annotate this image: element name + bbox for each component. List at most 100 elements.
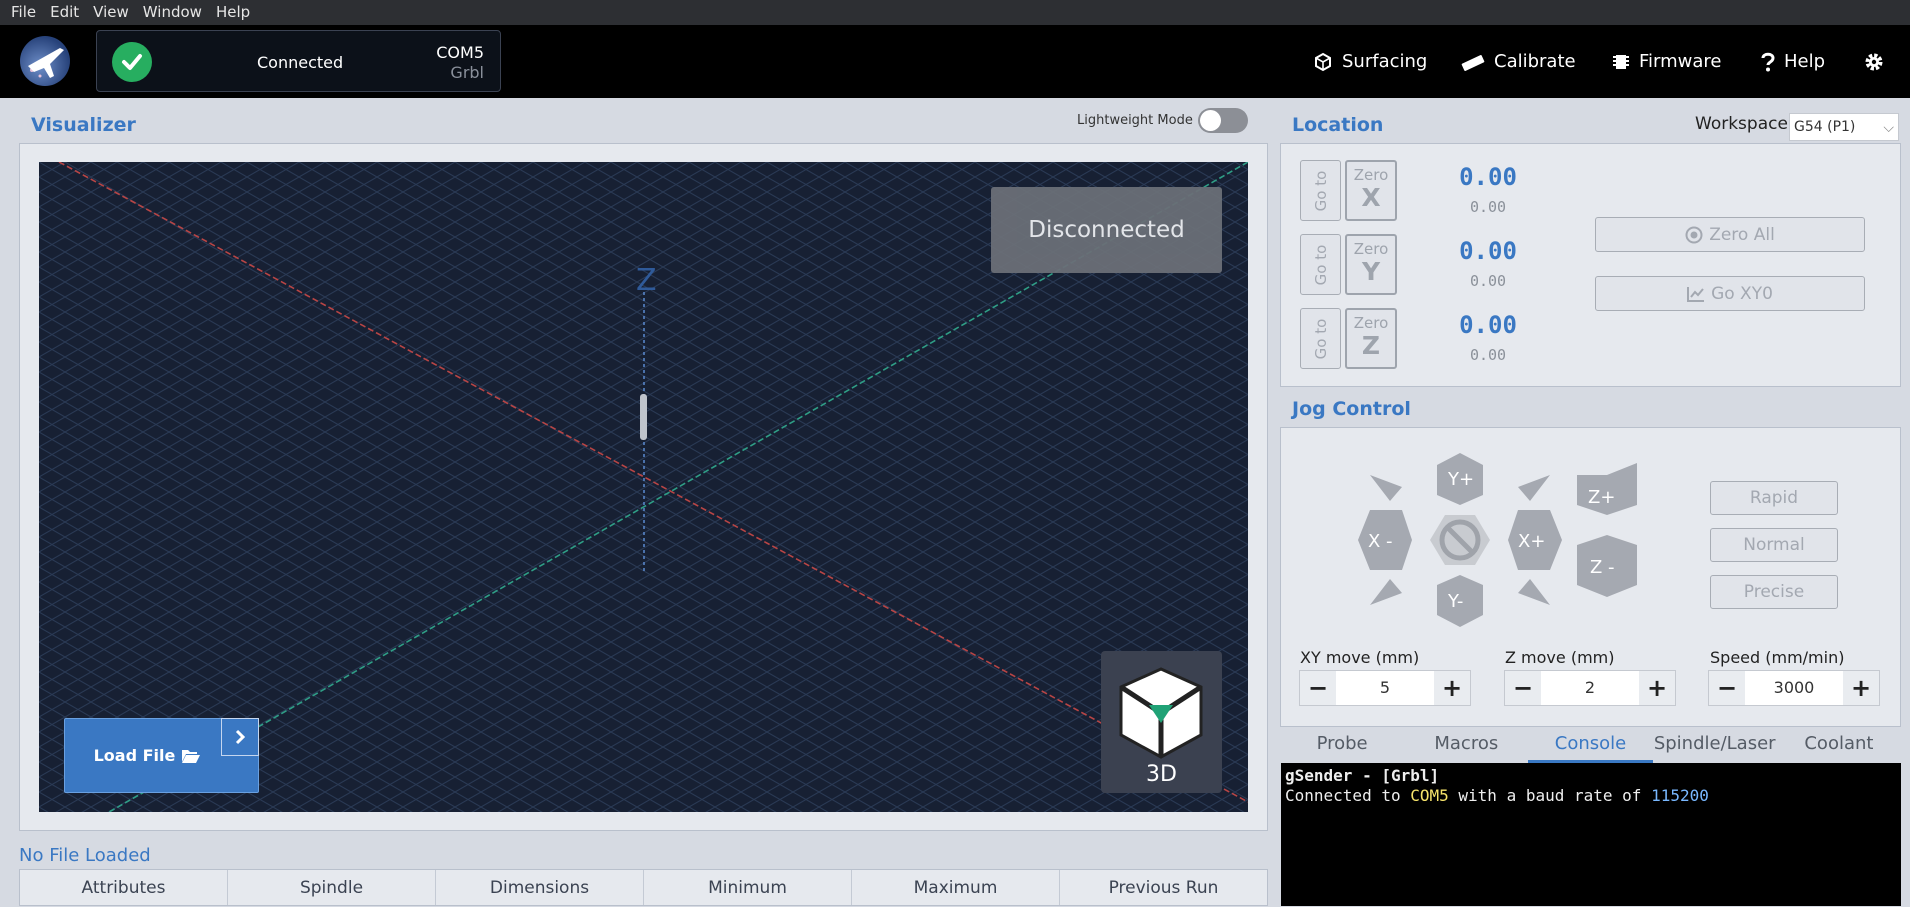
speed-decrement[interactable]: −	[1709, 671, 1745, 705]
gear-icon	[1865, 53, 1883, 70]
console-baud: 115200	[1651, 786, 1709, 805]
jog-pad: Y+ Y- X - X+ Z+ Z -	[1358, 453, 1637, 627]
menu-file[interactable]: File	[4, 0, 43, 25]
zero-x-button[interactable]: Zero X	[1345, 160, 1397, 221]
console-line: Connected to COM5 with a baud rate of 11…	[1285, 786, 1897, 806]
connection-status: Connected	[257, 53, 344, 72]
file-status: No File Loaded	[19, 845, 151, 866]
connection-widget[interactable]: Connected COM5 Grbl	[96, 30, 501, 92]
tab-previous-run[interactable]: Previous Run	[1060, 870, 1267, 905]
tab-attributes[interactable]: Attributes	[20, 870, 228, 905]
lightweight-mode-toggle[interactable]	[1198, 108, 1248, 133]
goto-y-label: Go to	[1311, 244, 1330, 285]
zero-y-axis: Y	[1361, 257, 1381, 286]
target-icon	[1685, 226, 1703, 243]
question-icon	[1761, 52, 1775, 71]
z-move-stepper: − 2 +	[1504, 670, 1676, 706]
jog-x-minus-button[interactable]: X -	[1358, 510, 1412, 570]
view-mode-label: 3D	[1146, 762, 1177, 787]
zero-y-label: Zero	[1353, 240, 1389, 258]
xy-move-input[interactable]: 5	[1336, 671, 1434, 705]
nav-surfacing[interactable]: Surfacing	[1313, 50, 1427, 73]
jog-y-plus-label: Y+	[1447, 469, 1474, 490]
z-move-input[interactable]: 2	[1541, 671, 1639, 705]
chevron-down-icon: ⌵	[1883, 120, 1894, 136]
menu-help[interactable]: Help	[209, 0, 257, 25]
settings-button[interactable]	[1864, 50, 1884, 73]
z-move-decrement[interactable]: −	[1505, 671, 1541, 705]
speed-rapid-button[interactable]: Rapid	[1710, 481, 1838, 515]
go-xy0-label: Go XY0	[1711, 283, 1773, 304]
tab-spindle[interactable]: Spindle	[228, 870, 436, 905]
speed-precise-button[interactable]: Precise	[1710, 575, 1838, 609]
speed-increment[interactable]: +	[1843, 671, 1879, 705]
nav-firmware[interactable]: Firmware	[1612, 50, 1722, 73]
jog-z-plus-button[interactable]: Z+	[1577, 463, 1637, 515]
console-port: COM5	[1410, 786, 1449, 805]
jog-z-minus-button[interactable]: Z -	[1577, 535, 1637, 597]
jog-control-title: Jog Control	[1292, 398, 1411, 420]
tab-minimum[interactable]: Minimum	[644, 870, 852, 905]
zero-all-button[interactable]: Zero All	[1595, 217, 1865, 252]
console-text: Connected to	[1285, 786, 1411, 805]
goto-z-button[interactable]: Go to	[1300, 308, 1341, 369]
visualizer-title: Visualizer	[31, 114, 136, 136]
tab-coolant[interactable]: Coolant	[1777, 729, 1901, 763]
chevron-right-icon	[235, 729, 246, 745]
jog-x-plus-button[interactable]: X+	[1508, 510, 1562, 570]
console-output[interactable]: gSender - [Grbl] Connected to COM5 with …	[1281, 763, 1901, 906]
y-machine-position: 0.00	[1469, 272, 1507, 290]
jog-y-minus-button[interactable]: Y-	[1437, 575, 1483, 627]
nav-help[interactable]: Help	[1761, 50, 1825, 73]
goto-z-label: Go to	[1311, 318, 1330, 359]
jog-x-plus-label: X+	[1518, 531, 1545, 552]
speed-stepper: − 3000 +	[1708, 670, 1880, 706]
menu-edit[interactable]: Edit	[43, 0, 86, 25]
nav-surfacing-label: Surfacing	[1342, 51, 1428, 72]
goto-y-button[interactable]: Go to	[1300, 234, 1341, 295]
zero-y-button[interactable]: Zero Y	[1345, 234, 1397, 295]
z-axis-label: Z	[636, 263, 657, 298]
zero-x-axis: X	[1361, 183, 1381, 212]
zero-z-button[interactable]: Zero Z	[1345, 308, 1397, 369]
tab-probe[interactable]: Probe	[1280, 729, 1404, 763]
zero-all-label: Zero All	[1709, 224, 1775, 245]
jog-y-plus-button[interactable]: Y+	[1437, 453, 1483, 505]
zero-z-axis: Z	[1361, 331, 1381, 360]
zero-z-label: Zero	[1353, 314, 1389, 332]
nav-calibrate[interactable]: Calibrate	[1461, 50, 1576, 73]
go-xy0-button[interactable]: Go XY0	[1595, 276, 1865, 311]
disconnected-overlay: Disconnected	[991, 187, 1222, 273]
speed-input[interactable]: 3000	[1745, 671, 1843, 705]
chip-icon	[1613, 54, 1629, 69]
z-work-position: 0.00	[1459, 311, 1517, 339]
lightweight-mode-label: Lightweight Mode	[1077, 113, 1193, 128]
zero-x-label: Zero	[1353, 166, 1389, 184]
speed-normal-button[interactable]: Normal	[1710, 528, 1838, 562]
goto-x-button[interactable]: Go to	[1300, 160, 1341, 221]
jog-x-minus-label: X -	[1368, 531, 1393, 552]
folder-open-icon	[182, 749, 201, 763]
tab-macros[interactable]: Macros	[1404, 729, 1528, 763]
tab-spindle-laser[interactable]: Spindle/Laser	[1653, 729, 1777, 763]
connection-firmware: Grbl	[450, 63, 484, 82]
z-move-increment[interactable]: +	[1639, 671, 1675, 705]
chart-line-icon	[1687, 286, 1705, 302]
jog-stop-button[interactable]	[1430, 515, 1490, 565]
x-machine-position: 0.00	[1469, 198, 1507, 216]
menu-window[interactable]: Window	[136, 0, 209, 25]
ruler-icon	[1461, 54, 1485, 71]
tab-dimensions[interactable]: Dimensions	[436, 870, 644, 905]
xy-move-increment[interactable]: +	[1434, 671, 1470, 705]
cube-3d-icon	[1119, 667, 1203, 759]
jog-z-plus-label: Z+	[1588, 487, 1615, 508]
console-text: with a baud rate of	[1448, 786, 1652, 805]
workspace-select[interactable]: G54 (P1) ⌵	[1789, 113, 1899, 141]
tab-console[interactable]: Console	[1528, 729, 1653, 763]
load-file-menu-button[interactable]	[221, 718, 259, 756]
xy-move-decrement[interactable]: −	[1300, 671, 1336, 705]
tab-maximum[interactable]: Maximum	[852, 870, 1060, 905]
menu-view[interactable]: View	[86, 0, 136, 25]
view-cube-button[interactable]: 3D	[1101, 651, 1222, 793]
x-work-position: 0.00	[1459, 163, 1517, 191]
